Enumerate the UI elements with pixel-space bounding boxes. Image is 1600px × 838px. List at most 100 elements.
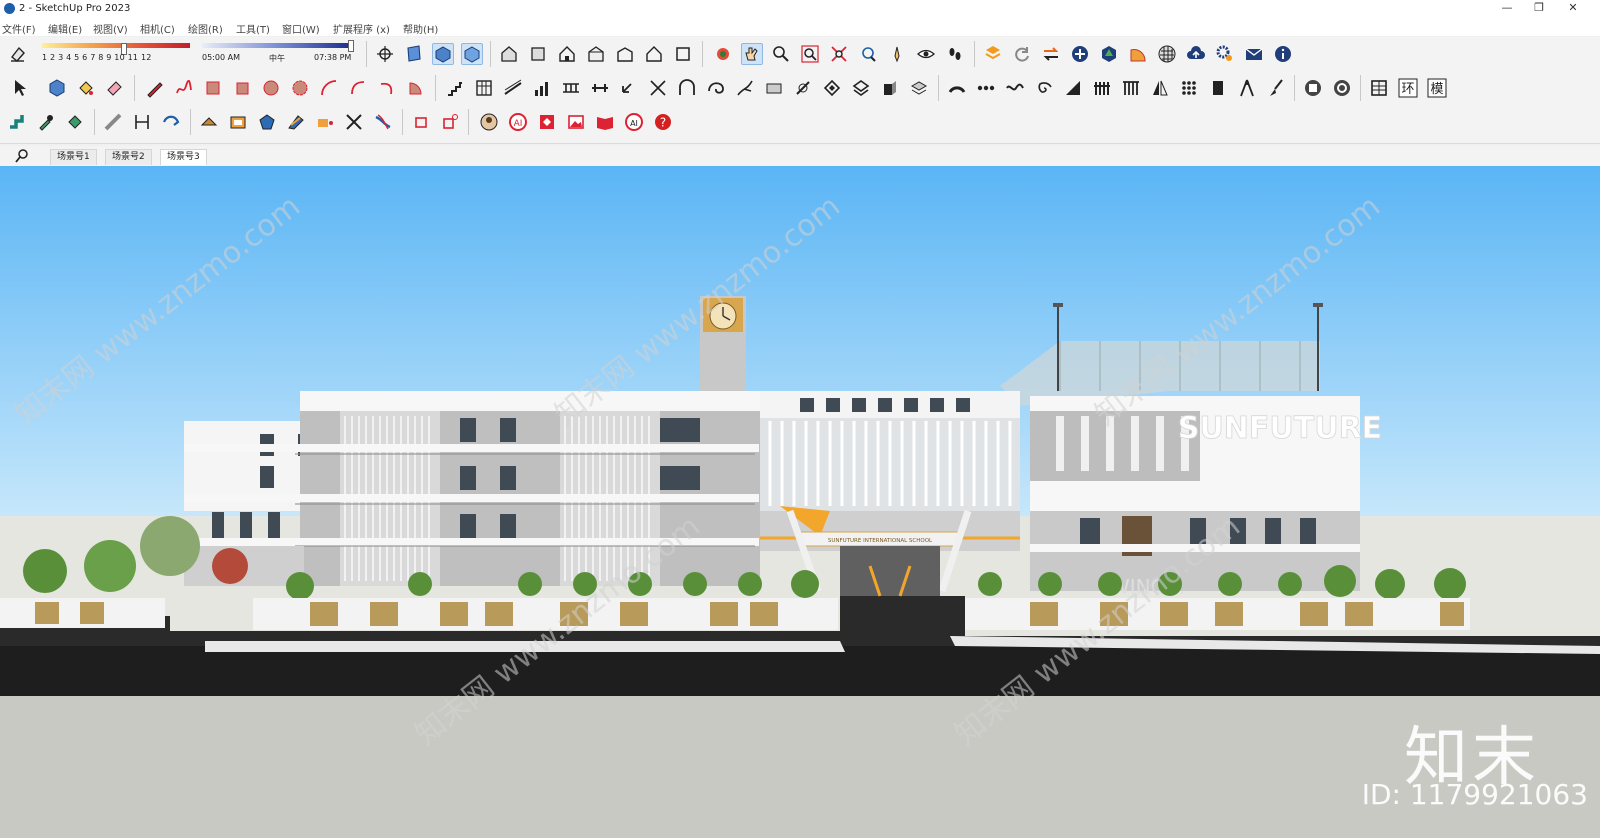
- mirror-triangle-icon[interactable]: [1149, 77, 1171, 99]
- plugin-badge-icon[interactable]: [1302, 77, 1324, 99]
- info-icon[interactable]: [1272, 43, 1294, 65]
- refresh-icon[interactable]: [1011, 43, 1033, 65]
- paint-match-icon[interactable]: [64, 111, 86, 133]
- section-plane-icon[interactable]: [403, 43, 425, 65]
- zoom-window-icon[interactable]: [799, 43, 821, 65]
- huan-char-icon[interactable]: 环: [1397, 77, 1419, 99]
- image-icon[interactable]: [565, 111, 587, 133]
- grid-dots-icon[interactable]: [1178, 77, 1200, 99]
- pipe-path-icon[interactable]: [792, 77, 814, 99]
- view-right-icon[interactable]: [585, 43, 607, 65]
- menu-view[interactable]: 视图(V): [93, 21, 128, 36]
- cloud-upload-icon[interactable]: [1185, 43, 1207, 65]
- select-arrow-icon[interactable]: [9, 77, 31, 99]
- close-button[interactable]: ✕: [1558, 1, 1588, 17]
- eraser-icon[interactable]: [104, 77, 126, 99]
- eyedropper-icon[interactable]: [35, 111, 57, 133]
- checker-sphere-icon[interactable]: [1156, 43, 1178, 65]
- orbit-camera-icon[interactable]: [712, 43, 734, 65]
- standard-view-top-icon[interactable]: [461, 43, 483, 65]
- scatter-arrows-icon[interactable]: [647, 77, 669, 99]
- arch-icon[interactable]: [676, 77, 698, 99]
- bar-steps-icon[interactable]: [531, 77, 553, 99]
- push-pull-icon[interactable]: [198, 111, 220, 133]
- standard-view-iso-icon[interactable]: [432, 43, 454, 65]
- pie-icon[interactable]: [405, 77, 427, 99]
- time-slider-knob[interactable]: [348, 40, 354, 52]
- rotate-square-icon[interactable]: [439, 111, 461, 133]
- plugin-s-badge-icon[interactable]: [1331, 77, 1353, 99]
- two-point-arc-icon[interactable]: [347, 77, 369, 99]
- stairs-tool-icon[interactable]: [444, 77, 466, 99]
- dots-chain-icon[interactable]: [975, 77, 997, 99]
- scale-icon[interactable]: [314, 111, 336, 133]
- add-circle-icon[interactable]: [1069, 43, 1091, 65]
- tape-measure-icon[interactable]: [102, 111, 124, 133]
- scene-tab-3[interactable]: 场景号3: [160, 149, 207, 165]
- ai-circle-icon[interactable]: AI: [623, 111, 645, 133]
- fence-icon[interactable]: [1091, 77, 1113, 99]
- table-grid-icon[interactable]: [1368, 77, 1390, 99]
- scene-tab-1[interactable]: 场景号1: [50, 149, 97, 165]
- arc-icon[interactable]: [318, 77, 340, 99]
- columns-icon[interactable]: [1120, 77, 1142, 99]
- ai-red-icon[interactable]: AI: [507, 111, 529, 133]
- offset-box-icon[interactable]: [227, 111, 249, 133]
- broom-icon[interactable]: [1265, 77, 1287, 99]
- minimize-button[interactable]: —: [1492, 1, 1522, 17]
- restore-button[interactable]: ❐: [1524, 1, 1554, 17]
- view-front-icon[interactable]: [556, 43, 578, 65]
- previous-view-icon[interactable]: [857, 43, 879, 65]
- menu-help[interactable]: 帮助(H): [403, 21, 438, 36]
- mo-char-icon[interactable]: 模: [1426, 77, 1448, 99]
- window-frame-icon[interactable]: [473, 77, 495, 99]
- swap-arrows-icon[interactable]: [1040, 43, 1062, 65]
- spiral-icon[interactable]: [1033, 77, 1055, 99]
- menu-window[interactable]: 窗口(W): [282, 21, 320, 36]
- fold-arrow-icon[interactable]: [618, 77, 640, 99]
- sunlight-fan-icon[interactable]: [1127, 43, 1149, 65]
- sandbox-icon[interactable]: [285, 111, 307, 133]
- three-point-arc-icon[interactable]: [376, 77, 398, 99]
- scene-tab-2[interactable]: 场景号2: [105, 149, 152, 165]
- walk-footprints-icon[interactable]: [944, 43, 966, 65]
- menu-extensions[interactable]: 扩展程序 (x): [333, 21, 390, 36]
- search-icon[interactable]: [14, 148, 30, 164]
- tree-hexagon-icon[interactable]: [1098, 43, 1120, 65]
- menu-tools[interactable]: 工具(T): [236, 21, 270, 36]
- beam-icon[interactable]: [589, 77, 611, 99]
- month-slider[interactable]: [42, 43, 190, 55]
- orbit-icon[interactable]: [374, 43, 396, 65]
- diamond-layers-icon[interactable]: [821, 77, 843, 99]
- pan-hand-icon[interactable]: [741, 43, 763, 65]
- rotated-rectangle-icon[interactable]: [231, 77, 253, 99]
- follow-me-icon[interactable]: [160, 111, 182, 133]
- solid-tool-icon[interactable]: [256, 111, 278, 133]
- menu-file[interactable]: 文件(F): [2, 21, 36, 36]
- view-bottom-icon[interactable]: [672, 43, 694, 65]
- menu-draw[interactable]: 绘图(R): [188, 21, 223, 36]
- menu-edit[interactable]: 编辑(E): [48, 21, 82, 36]
- help-icon[interactable]: ?: [652, 111, 674, 133]
- view-iso-house-icon[interactable]: [498, 43, 520, 65]
- model-viewport[interactable]: SUNFUTURE INTERNATIONAL SCHOOL SUNFUTURE…: [0, 166, 1600, 838]
- panel-icon[interactable]: [1207, 77, 1229, 99]
- line-pencil-icon[interactable]: [144, 77, 166, 99]
- mail-icon[interactable]: [1243, 43, 1265, 65]
- rectangle-icon[interactable]: [202, 77, 224, 99]
- position-camera-icon[interactable]: [886, 43, 908, 65]
- roof-slope-icon[interactable]: [1062, 77, 1084, 99]
- freehand-icon[interactable]: [173, 77, 195, 99]
- avatar-icon[interactable]: [478, 111, 500, 133]
- spiral-curve-icon[interactable]: [705, 77, 727, 99]
- paint-bucket-icon[interactable]: [75, 77, 97, 99]
- view-top-icon[interactable]: [527, 43, 549, 65]
- menu-camera[interactable]: 相机(C): [140, 21, 175, 36]
- settings-gears-icon[interactable]: [1214, 43, 1236, 65]
- branch-curve-icon[interactable]: [734, 77, 756, 99]
- compass-icon[interactable]: [1236, 77, 1258, 99]
- wave-line-icon[interactable]: [1004, 77, 1026, 99]
- diamond-stack-icon[interactable]: [850, 77, 872, 99]
- dimension-icon[interactable]: [131, 111, 153, 133]
- loft-curve-icon[interactable]: [372, 111, 394, 133]
